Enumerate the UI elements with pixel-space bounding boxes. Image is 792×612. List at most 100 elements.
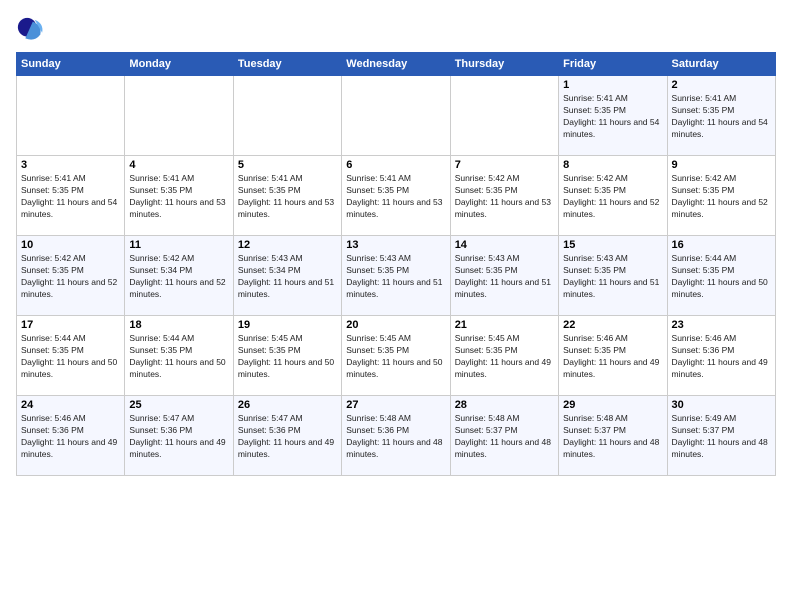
calendar-cell: 27Sunrise: 5:48 AMSunset: 5:36 PMDayligh… <box>342 396 450 476</box>
day-number: 7 <box>455 159 554 171</box>
weekday-header-wednesday: Wednesday <box>342 53 450 76</box>
day-info: Sunrise: 5:44 AMSunset: 5:35 PMDaylight:… <box>672 253 771 301</box>
calendar-cell <box>17 76 125 156</box>
day-number: 21 <box>455 319 554 331</box>
day-info: Sunrise: 5:45 AMSunset: 5:35 PMDaylight:… <box>455 333 554 381</box>
calendar-week-5: 24 Sunrise: 5:46 AMSunset: 5:36 PMDayligh… <box>17 396 776 476</box>
calendar-cell: 13 Sunrise: 5:43 AMSunset: 5:35 PMDayligh… <box>342 236 450 316</box>
day-info: Sunrise: 5:46 AMSunset: 5:36 PMDaylight:… <box>672 333 771 381</box>
calendar-cell: 17 Sunrise: 5:44 AMSunset: 5:35 PMDayligh… <box>17 316 125 396</box>
calendar-table: SundayMondayTuesdayWednesdayThursdayFrid… <box>16 52 776 476</box>
calendar-cell: 20Sunrise: 5:45 AMSunset: 5:35 PMDayligh… <box>342 316 450 396</box>
weekday-header-friday: Friday <box>559 53 667 76</box>
calendar-week-2: 3 Sunrise: 5:41 AMSunset: 5:35 PMDaylight… <box>17 156 776 236</box>
day-info: Sunrise: 5:41 AMSunset: 5:35 PMDaylight:… <box>672 93 771 141</box>
day-number: 25 <box>129 399 228 411</box>
day-number: 16 <box>672 239 771 251</box>
calendar-cell: 5 Sunrise: 5:41 AMSunset: 5:35 PMDaylight… <box>233 156 341 236</box>
day-number: 9 <box>672 159 771 171</box>
day-info: Sunrise: 5:45 AMSunset: 5:35 PMDaylight:… <box>238 333 337 381</box>
calendar-cell: 18Sunrise: 5:44 AMSunset: 5:35 PMDayligh… <box>125 316 233 396</box>
calendar-cell: 9 Sunrise: 5:42 AMSunset: 5:35 PMDaylight… <box>667 156 775 236</box>
day-number: 22 <box>563 319 662 331</box>
day-info: Sunrise: 5:44 AMSunset: 5:35 PMDaylight:… <box>21 333 120 381</box>
calendar-cell: 15 Sunrise: 5:43 AMSunset: 5:35 PMDayligh… <box>559 236 667 316</box>
day-info: Sunrise: 5:46 AMSunset: 5:36 PMDaylight:… <box>21 413 120 461</box>
calendar-cell: 3 Sunrise: 5:41 AMSunset: 5:35 PMDaylight… <box>17 156 125 236</box>
calendar-cell: 11 Sunrise: 5:42 AMSunset: 5:34 PMDayligh… <box>125 236 233 316</box>
day-info: Sunrise: 5:41 AMSunset: 5:35 PMDaylight:… <box>563 93 662 141</box>
day-number: 10 <box>21 239 120 251</box>
calendar-cell: 6Sunrise: 5:41 AMSunset: 5:35 PMDaylight… <box>342 156 450 236</box>
day-info: Sunrise: 5:48 AMSunset: 5:37 PMDaylight:… <box>455 413 554 461</box>
day-number: 20 <box>346 319 445 331</box>
calendar-week-3: 10 Sunrise: 5:42 AMSunset: 5:35 PMDayligh… <box>17 236 776 316</box>
calendar-cell <box>450 76 558 156</box>
day-info: Sunrise: 5:43 AMSunset: 5:35 PMDaylight:… <box>563 253 662 301</box>
day-info: Sunrise: 5:43 AMSunset: 5:34 PMDaylight:… <box>238 253 337 301</box>
calendar-cell: 14 Sunrise: 5:43 AMSunset: 5:35 PMDayligh… <box>450 236 558 316</box>
calendar-cell <box>342 76 450 156</box>
weekday-header-tuesday: Tuesday <box>233 53 341 76</box>
day-info: Sunrise: 5:41 AMSunset: 5:35 PMDaylight:… <box>238 173 337 221</box>
day-info: Sunrise: 5:42 AMSunset: 5:35 PMDaylight:… <box>672 173 771 221</box>
calendar-cell: 29 Sunrise: 5:48 AMSunset: 5:37 PMDayligh… <box>559 396 667 476</box>
header-top <box>16 16 776 44</box>
calendar-cell: 10 Sunrise: 5:42 AMSunset: 5:35 PMDayligh… <box>17 236 125 316</box>
day-info: Sunrise: 5:43 AMSunset: 5:35 PMDaylight:… <box>455 253 554 301</box>
day-number: 29 <box>563 399 662 411</box>
day-info: Sunrise: 5:42 AMSunset: 5:35 PMDaylight:… <box>21 253 120 301</box>
calendar-week-4: 17 Sunrise: 5:44 AMSunset: 5:35 PMDayligh… <box>17 316 776 396</box>
day-number: 5 <box>238 159 337 171</box>
calendar-cell: 19 Sunrise: 5:45 AMSunset: 5:35 PMDayligh… <box>233 316 341 396</box>
calendar-cell <box>125 76 233 156</box>
day-number: 14 <box>455 239 554 251</box>
day-info: Sunrise: 5:48 AMSunset: 5:36 PMDaylight:… <box>346 413 445 461</box>
weekday-header-monday: Monday <box>125 53 233 76</box>
day-info: Sunrise: 5:42 AMSunset: 5:35 PMDaylight:… <box>455 173 554 221</box>
day-info: Sunrise: 5:47 AMSunset: 5:36 PMDaylight:… <box>129 413 228 461</box>
day-number: 15 <box>563 239 662 251</box>
day-number: 30 <box>672 399 771 411</box>
day-info: Sunrise: 5:43 AMSunset: 5:35 PMDaylight:… <box>346 253 445 301</box>
calendar-cell: 1 Sunrise: 5:41 AMSunset: 5:35 PMDaylight… <box>559 76 667 156</box>
weekday-header-thursday: Thursday <box>450 53 558 76</box>
day-info: Sunrise: 5:48 AMSunset: 5:37 PMDaylight:… <box>563 413 662 461</box>
day-info: Sunrise: 5:42 AMSunset: 5:35 PMDaylight:… <box>563 173 662 221</box>
calendar-cell: 28 Sunrise: 5:48 AMSunset: 5:37 PMDayligh… <box>450 396 558 476</box>
weekday-header-sunday: Sunday <box>17 53 125 76</box>
calendar-cell: 22 Sunrise: 5:46 AMSunset: 5:35 PMDayligh… <box>559 316 667 396</box>
day-number: 11 <box>129 239 228 251</box>
calendar-cell: 30 Sunrise: 5:49 AMSunset: 5:37 PMDayligh… <box>667 396 775 476</box>
day-info: Sunrise: 5:47 AMSunset: 5:36 PMDaylight:… <box>238 413 337 461</box>
calendar-cell: 23 Sunrise: 5:46 AMSunset: 5:36 PMDayligh… <box>667 316 775 396</box>
day-number: 12 <box>238 239 337 251</box>
day-number: 19 <box>238 319 337 331</box>
calendar-cell: 12 Sunrise: 5:43 AMSunset: 5:34 PMDayligh… <box>233 236 341 316</box>
day-number: 3 <box>21 159 120 171</box>
weekday-header-row: SundayMondayTuesdayWednesdayThursdayFrid… <box>17 53 776 76</box>
logo-icon <box>16 16 44 44</box>
calendar-cell <box>233 76 341 156</box>
day-number: 17 <box>21 319 120 331</box>
day-number: 4 <box>129 159 228 171</box>
day-number: 13 <box>346 239 445 251</box>
day-info: Sunrise: 5:42 AMSunset: 5:34 PMDaylight:… <box>129 253 228 301</box>
day-number: 2 <box>672 79 771 91</box>
calendar-cell: 7 Sunrise: 5:42 AMSunset: 5:35 PMDaylight… <box>450 156 558 236</box>
calendar-cell: 21 Sunrise: 5:45 AMSunset: 5:35 PMDayligh… <box>450 316 558 396</box>
day-number: 18 <box>129 319 228 331</box>
calendar-cell: 4Sunrise: 5:41 AMSunset: 5:35 PMDaylight… <box>125 156 233 236</box>
calendar-cell: 25 Sunrise: 5:47 AMSunset: 5:36 PMDayligh… <box>125 396 233 476</box>
day-number: 1 <box>563 79 662 91</box>
calendar-cell: 16 Sunrise: 5:44 AMSunset: 5:35 PMDayligh… <box>667 236 775 316</box>
day-info: Sunrise: 5:41 AMSunset: 5:35 PMDaylight:… <box>21 173 120 221</box>
day-info: Sunrise: 5:49 AMSunset: 5:37 PMDaylight:… <box>672 413 771 461</box>
day-number: 23 <box>672 319 771 331</box>
day-number: 24 <box>21 399 120 411</box>
logo <box>16 16 48 44</box>
day-number: 28 <box>455 399 554 411</box>
day-info: Sunrise: 5:46 AMSunset: 5:35 PMDaylight:… <box>563 333 662 381</box>
calendar-cell: 2 Sunrise: 5:41 AMSunset: 5:35 PMDaylight… <box>667 76 775 156</box>
calendar-cell: 8Sunrise: 5:42 AMSunset: 5:35 PMDaylight… <box>559 156 667 236</box>
